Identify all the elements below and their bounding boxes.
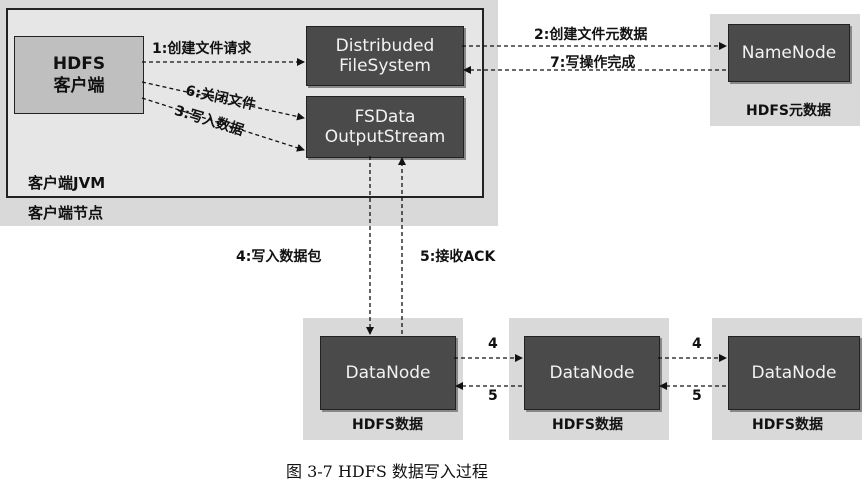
pipe-5b-label: 5 (692, 388, 702, 404)
client-jvm-label: 客户端JVM (28, 174, 106, 192)
datanode2-data-label: HDFS数据 (552, 417, 623, 433)
step5-label: 5:接收ACK (420, 249, 496, 265)
client-node-label: 客户端节点 (28, 204, 104, 222)
arrow-layer (141, 42, 727, 390)
step1-label: 1:创建文件请求 (152, 41, 252, 57)
pipe-4a-label: 4 (488, 336, 498, 352)
step7-label: 7:写操作完成 (550, 55, 636, 71)
datanode1-data-label: HDFS数据 (352, 417, 423, 433)
step2-label: 2:创建文件元数据 (534, 27, 648, 43)
figure-caption: 图 3-7 HDFS 数据写入过程 (286, 462, 488, 481)
pipe-5a-label: 5 (488, 388, 498, 404)
step4-label: 4:写入数据包 (236, 249, 322, 265)
datanode3-data-label: HDFS数据 (752, 417, 823, 433)
pipe-4b-label: 4 (692, 336, 702, 352)
namenode-meta-label: HDFS元数据 (746, 103, 831, 119)
